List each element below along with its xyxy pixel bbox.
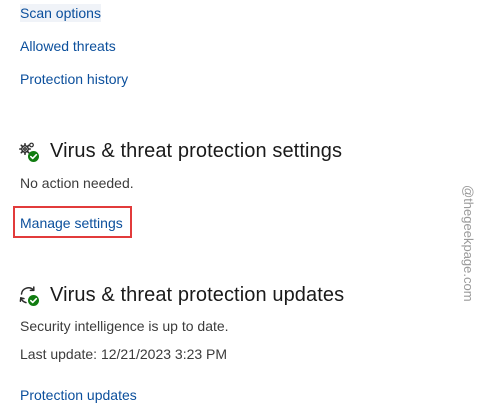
last-update-text: Last update: 12/21/2023 3:23 PM xyxy=(20,346,228,362)
settings-status-text: No action needed. xyxy=(20,175,134,191)
settings-section-title: Virus & threat protection settings xyxy=(50,140,343,162)
gear-shield-check-icon xyxy=(18,141,40,163)
manage-settings-link[interactable]: Manage settings xyxy=(20,215,123,231)
updates-section-title: Virus & threat protection updates xyxy=(50,284,345,306)
settings-section-heading: Virus & threat protection settings xyxy=(18,140,342,163)
refresh-check-icon xyxy=(18,285,40,307)
scan-options-link[interactable]: Scan options xyxy=(20,4,101,22)
updates-status-text: Security intelligence is up to date. xyxy=(20,318,229,334)
updates-section-heading: Virus & threat protection updates xyxy=(18,284,344,307)
protection-history-link[interactable]: Protection history xyxy=(20,71,128,87)
protection-updates-link[interactable]: Protection updates xyxy=(20,387,137,403)
allowed-threats-link[interactable]: Allowed threats xyxy=(20,38,116,54)
watermark-text: @thegeekpage.com xyxy=(461,185,476,302)
